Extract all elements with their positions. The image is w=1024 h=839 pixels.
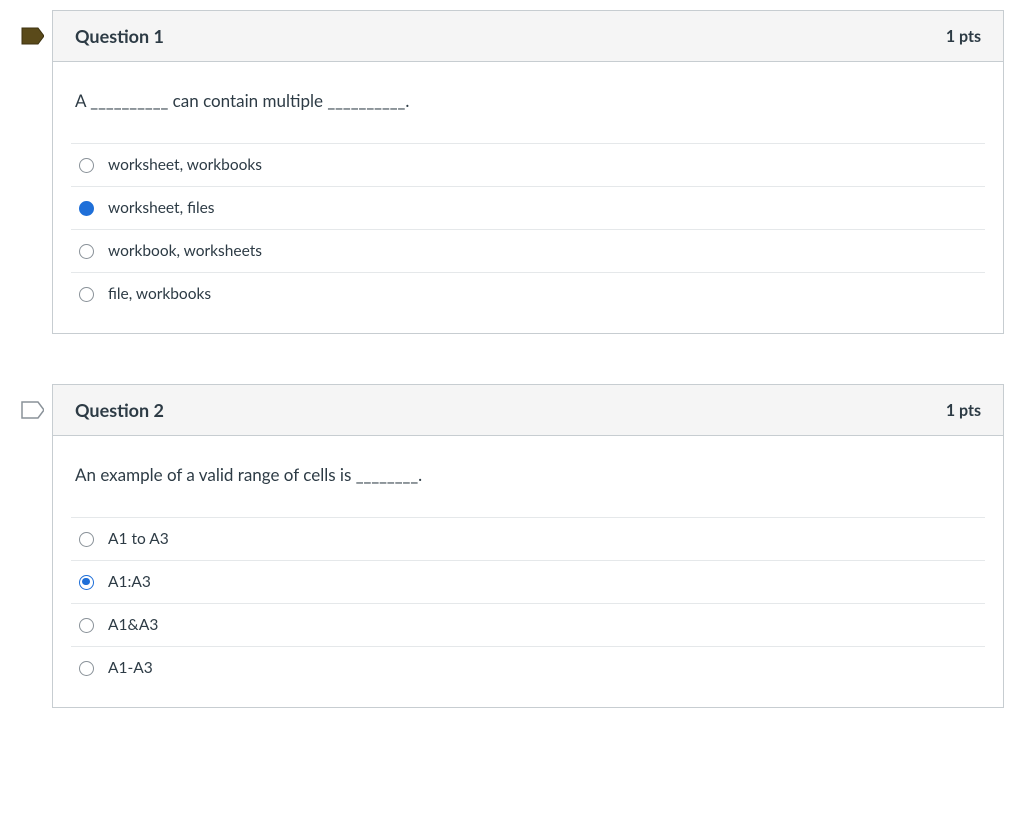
radio-icon — [79, 158, 94, 173]
answer-option[interactable]: workbook, worksheets — [71, 229, 985, 272]
question-body: An example of a valid range of cells is … — [53, 436, 1003, 707]
question-marker-icon — [20, 24, 44, 48]
radio-icon — [79, 661, 94, 676]
answer-list: A1 to A3 A1:A3 A1&A3 A1-A3 — [71, 517, 985, 689]
answer-label: worksheet, workbooks — [108, 156, 262, 174]
answer-list: worksheet, workbooks worksheet, files wo… — [71, 143, 985, 315]
answer-label: A1 to A3 — [108, 530, 169, 548]
question-prompt: An example of a valid range of cells is … — [71, 436, 985, 517]
answer-option[interactable]: A1-A3 — [71, 646, 985, 689]
answer-label: workbook, worksheets — [108, 242, 262, 260]
radio-icon — [79, 618, 94, 633]
radio-icon — [79, 575, 94, 590]
question-marker-icon — [20, 398, 44, 422]
radio-icon — [79, 532, 94, 547]
answer-label: A1:A3 — [108, 573, 151, 591]
answer-option[interactable]: file, workbooks — [71, 272, 985, 315]
radio-icon — [79, 287, 94, 302]
answer-label: file, workbooks — [108, 285, 211, 303]
answer-label: A1&A3 — [108, 616, 158, 634]
answer-option[interactable]: worksheet, workbooks — [71, 143, 985, 186]
question-2: Question 2 1 pts An example of a valid r… — [20, 384, 1004, 708]
question-points: 1 pts — [946, 27, 981, 46]
answer-option[interactable]: A1 to A3 — [71, 517, 985, 560]
question-title: Question 2 — [75, 399, 164, 421]
question-box: Question 2 1 pts An example of a valid r… — [52, 384, 1004, 708]
answer-option[interactable]: worksheet, files — [71, 186, 985, 229]
question-prompt: A __________ can contain multiple ______… — [71, 62, 985, 143]
answer-option[interactable]: A1&A3 — [71, 603, 985, 646]
question-header: Question 1 1 pts — [53, 11, 1003, 62]
question-header: Question 2 1 pts — [53, 385, 1003, 436]
question-body: A __________ can contain multiple ______… — [53, 62, 1003, 333]
radio-icon — [79, 244, 94, 259]
answer-label: A1-A3 — [108, 659, 153, 677]
question-1: Question 1 1 pts A __________ can contai… — [20, 10, 1004, 334]
answer-option[interactable]: A1:A3 — [71, 560, 985, 603]
radio-icon — [79, 201, 94, 216]
question-box: Question 1 1 pts A __________ can contai… — [52, 10, 1004, 334]
question-title: Question 1 — [75, 25, 164, 47]
question-points: 1 pts — [946, 401, 981, 420]
answer-label: worksheet, files — [108, 199, 215, 217]
